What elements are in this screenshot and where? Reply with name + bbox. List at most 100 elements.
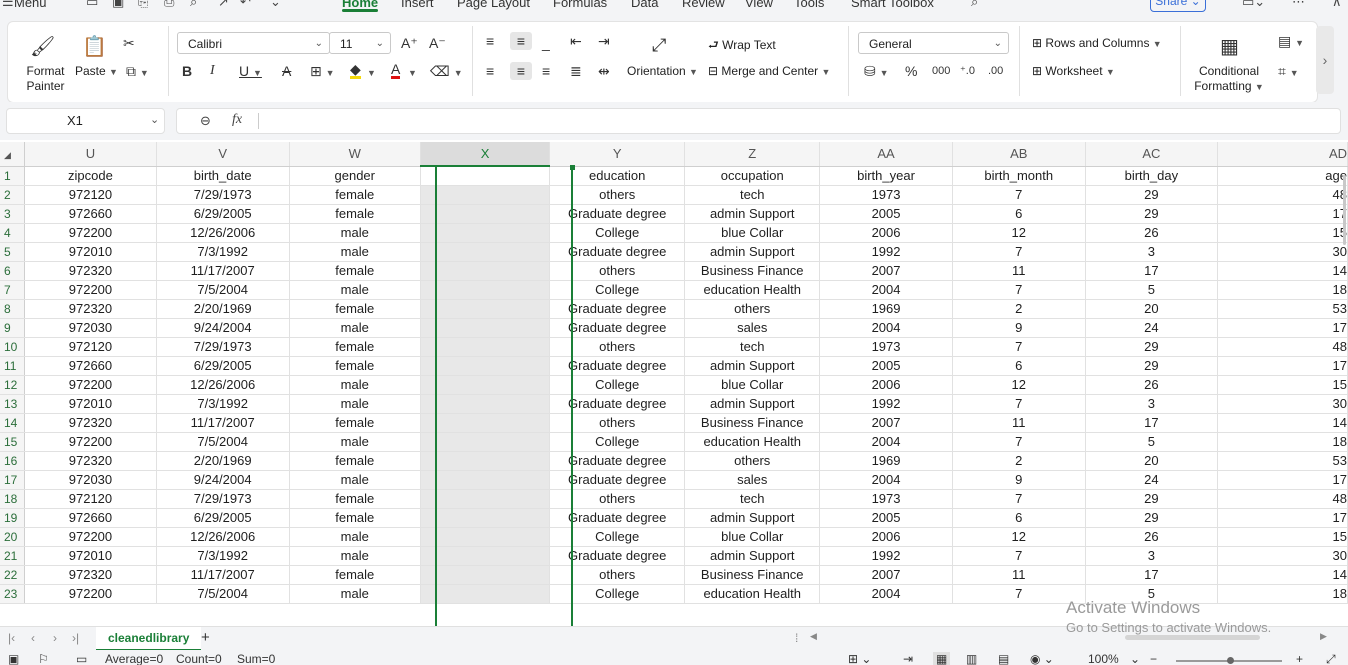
row-header[interactable]: 22 [0, 565, 26, 585]
cell-v19[interactable]: 6/29/2005 [156, 508, 290, 528]
ribbon-scroll-right-button[interactable]: › [1316, 26, 1334, 94]
new-file-icon[interactable]: ▭ [86, 0, 98, 10]
distributed-icon[interactable]: ⇹ [598, 62, 610, 80]
formula-input[interactable]: ⊖ fx [176, 108, 1341, 134]
cell-y6[interactable]: others [549, 261, 686, 281]
cell-aa9[interactable]: 2004 [819, 318, 953, 338]
column-header-ac[interactable]: AC [1085, 142, 1218, 167]
cell-z9[interactable]: sales [684, 318, 821, 338]
cell-w4[interactable]: male [289, 223, 421, 243]
cell-y23[interactable]: College [549, 584, 686, 604]
column-header-ab[interactable]: AB [952, 142, 1086, 167]
cell-ac10[interactable]: 29 [1085, 337, 1218, 357]
cell-w18[interactable]: female [289, 489, 421, 509]
cell-aa2[interactable]: 1973 [819, 185, 953, 205]
cell-v2[interactable]: 7/29/1973 [156, 185, 290, 205]
row-header[interactable]: 5 [0, 242, 26, 262]
print-preview-icon[interactable]: ⌕ [190, 0, 197, 10]
cell-ab11[interactable]: 6 [952, 356, 1086, 376]
cell-z3[interactable]: admin Support [684, 204, 821, 224]
cell-x20[interactable] [420, 527, 551, 547]
cell-ab18[interactable]: 7 [952, 489, 1086, 509]
cell-z12[interactable]: blue Collar [684, 375, 821, 395]
hamburger-icon[interactable]: ☰ [2, 0, 14, 10]
zoom-level[interactable]: 100% [1088, 652, 1119, 665]
cell-w10[interactable]: female [289, 337, 421, 357]
cell-ab10[interactable]: 7 [952, 337, 1086, 357]
row-header[interactable]: 2 [0, 185, 26, 205]
cell-aa7[interactable]: 2004 [819, 280, 953, 300]
cell-x10[interactable] [420, 337, 551, 357]
horizontal-scrollbar[interactable] [1125, 635, 1260, 640]
undo-icon[interactable]: ↶ [240, 0, 251, 10]
cell-ac8[interactable]: 20 [1085, 299, 1218, 319]
fill-handle[interactable] [570, 165, 575, 170]
cell-ac15[interactable]: 5 [1085, 432, 1218, 452]
increase-indent-icon[interactable]: ⇥ [598, 32, 610, 50]
row-header[interactable]: 13 [0, 394, 26, 414]
macro-icon[interactable]: ▣ [8, 652, 19, 665]
cell-ab9[interactable]: 9 [952, 318, 1086, 338]
currency-icon[interactable]: ⛁ ▼ [864, 62, 889, 82]
cell-aa4[interactable]: 2006 [819, 223, 953, 243]
cell-ad11[interactable]: 17 [1217, 356, 1348, 376]
row-header[interactable]: 14 [0, 413, 26, 433]
cell-x14[interactable] [420, 413, 551, 433]
cell-v7[interactable]: 7/5/2004 [156, 280, 290, 300]
column-header-ad[interactable]: AD [1217, 142, 1348, 167]
decrease-font-icon[interactable]: A⁻ [429, 34, 446, 52]
zoom-dropdown-icon[interactable]: ⌄ [1130, 652, 1140, 665]
cell-aa13[interactable]: 1992 [819, 394, 953, 414]
cut-icon[interactable]: ✂ [123, 34, 135, 52]
cell-ac6[interactable]: 17 [1085, 261, 1218, 281]
cell-w20[interactable]: male [289, 527, 421, 547]
cell-u20[interactable]: 972200 [24, 527, 157, 547]
row-header[interactable]: 11 [0, 356, 26, 376]
cell-ab6[interactable]: 11 [952, 261, 1086, 281]
cell-ab12[interactable]: 12 [952, 375, 1086, 395]
cell-aa8[interactable]: 1969 [819, 299, 953, 319]
spreadsheet-grid[interactable]: ◢ U V W X Y Z AA AB AC AD 1 zipcode birth_date gender e… [0, 142, 1348, 626]
cell-z18[interactable]: tech [684, 489, 821, 509]
cell-v20[interactable]: 12/26/2006 [156, 527, 290, 547]
collapse-icon[interactable]: ∧ [1332, 0, 1342, 10]
scroll-right-icon[interactable]: ▶ [1320, 631, 1327, 642]
name-box[interactable]: X1 ⌄ [6, 108, 165, 134]
cell-ac4[interactable]: 26 [1085, 223, 1218, 243]
first-sheet-icon[interactable]: |‹ [8, 631, 15, 645]
cell-v14[interactable]: 11/17/2007 [156, 413, 290, 433]
cell-aa11[interactable]: 2005 [819, 356, 953, 376]
cell-u21[interactable]: 972010 [24, 546, 157, 566]
borders-icon[interactable]: ⊞ ▼ [310, 62, 335, 82]
cell-x17[interactable] [420, 470, 551, 490]
cell-u19[interactable]: 972660 [24, 508, 157, 528]
cell-v10[interactable]: 7/29/1973 [156, 337, 290, 357]
row-header[interactable]: 10 [0, 337, 26, 357]
cell-ac3[interactable]: 29 [1085, 204, 1218, 224]
prev-sheet-icon[interactable]: ‹ [31, 631, 35, 645]
cell-ad7[interactable]: 18 [1217, 280, 1348, 300]
justify-icon[interactable]: ≣ [570, 62, 582, 80]
align-bottom-icon[interactable]: _ [542, 34, 550, 52]
cell-u18[interactable]: 972120 [24, 489, 157, 509]
cell-y13[interactable]: Graduate degree [549, 394, 686, 414]
merge-center-button[interactable]: ⊟ Merge and Center ▼ [708, 64, 830, 78]
cell-ad4[interactable]: 15 [1217, 223, 1348, 243]
cell-ab3[interactable]: 6 [952, 204, 1086, 224]
cell-v1[interactable]: birth_date [156, 166, 290, 186]
decrease-indent-icon[interactable]: ⇤ [570, 32, 582, 50]
cell-x13[interactable] [420, 394, 551, 414]
cell-u15[interactable]: 972200 [24, 432, 157, 452]
cell-w17[interactable]: male [289, 470, 421, 490]
cell-ac19[interactable]: 29 [1085, 508, 1218, 528]
tab-review[interactable]: Review [682, 0, 725, 10]
cell-u17[interactable]: 972030 [24, 470, 157, 490]
comment-icon[interactable]: ▭⌄ [1242, 0, 1265, 10]
cell-u10[interactable]: 972120 [24, 337, 157, 357]
tab-smart-toolbox[interactable]: Smart Toolbox [851, 0, 934, 10]
chevron-down-icon[interactable]: ▼ [408, 62, 417, 82]
cell-y9[interactable]: Graduate degree [549, 318, 686, 338]
orientation-button[interactable]: Orientation ▼ [627, 64, 698, 78]
cell-v17[interactable]: 9/24/2004 [156, 470, 290, 490]
cell-ac17[interactable]: 24 [1085, 470, 1218, 490]
